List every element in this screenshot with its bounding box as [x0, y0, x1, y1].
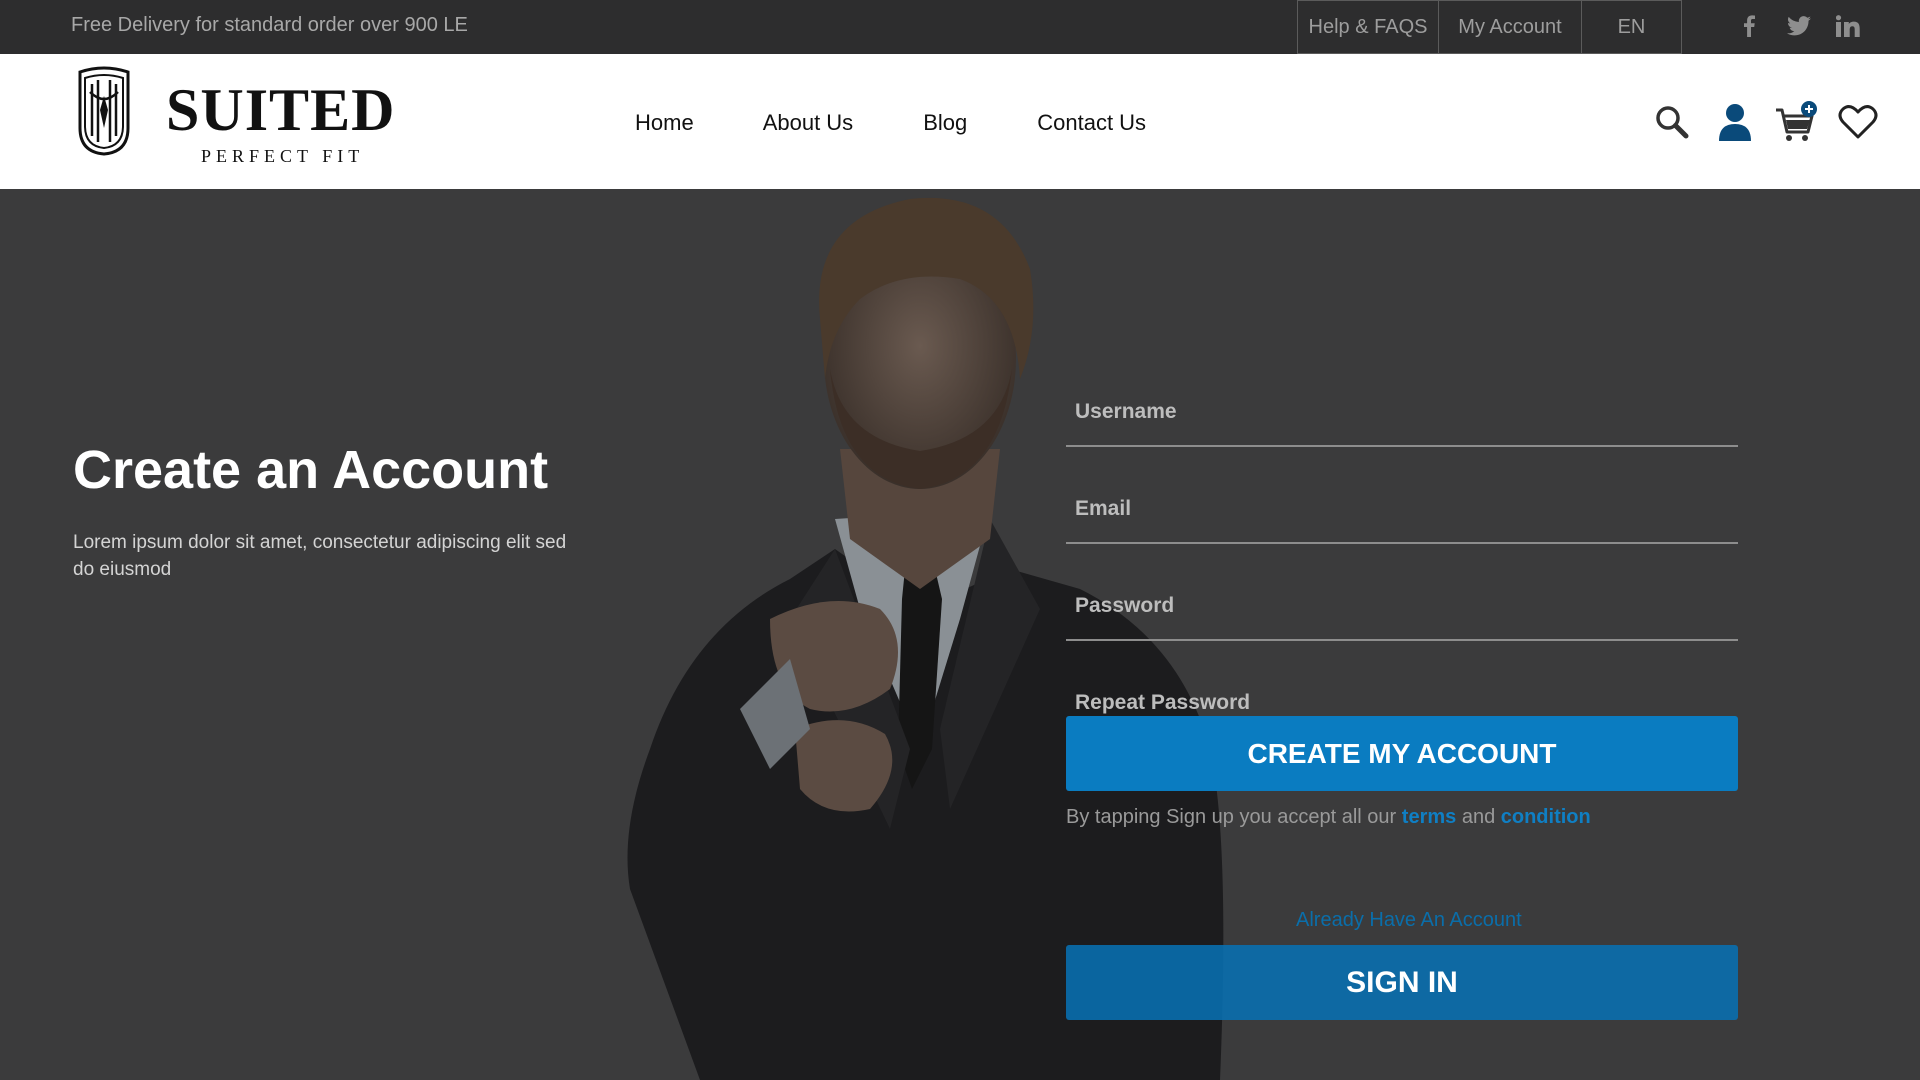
brand-name[interactable]: SUITED	[166, 76, 395, 145]
terms-and: and	[1456, 806, 1501, 828]
page-title: Create an Account	[73, 440, 549, 500]
my-account-link[interactable]: My Account	[1439, 0, 1582, 54]
terms-link[interactable]: terms	[1402, 806, 1456, 828]
password-input[interactable]	[1075, 594, 1715, 618]
hero-description: Lorem ipsum dolor sit amet, consectetur …	[73, 532, 567, 580]
nav-contact-us[interactable]: Contact Us	[1037, 110, 1146, 136]
email-field	[1066, 447, 1738, 544]
terms-prefix: By tapping Sign up you accept all our	[1066, 806, 1402, 828]
logo-icon[interactable]	[76, 66, 132, 156]
hero-section: Create an Account Lorem ipsum dolor sit …	[0, 189, 1920, 1080]
nav-about-us[interactable]: About Us	[763, 110, 854, 136]
nav-home[interactable]: Home	[635, 110, 694, 136]
repeat-password-input[interactable]	[1075, 691, 1715, 715]
username-input[interactable]	[1075, 400, 1715, 424]
main-nav: Home About Us Blog Contact Us	[635, 110, 1146, 136]
help-faqs-link[interactable]: Help & FAQS	[1297, 0, 1439, 54]
password-field	[1066, 544, 1738, 641]
site-header: SUITED PERFECT FIT Home About Us Blog Co…	[0, 54, 1920, 189]
already-have-account-link[interactable]: Already Have An Account	[1296, 909, 1522, 932]
username-field	[1066, 350, 1738, 447]
brand-tagline: PERFECT FIT	[201, 146, 365, 166]
sign-in-button[interactable]: SIGN IN	[1066, 945, 1738, 1020]
terms-text: By tapping Sign up you accept all our te…	[1066, 806, 1591, 829]
heart-icon[interactable]	[1836, 100, 1880, 144]
nav-blog[interactable]: Blog	[923, 110, 967, 136]
language-selector[interactable]: EN	[1582, 0, 1682, 54]
linkedin-icon[interactable]	[1835, 12, 1863, 40]
email-input[interactable]	[1075, 497, 1715, 521]
top-bar: Free Delivery for standard order over 90…	[0, 0, 1920, 54]
promo-text: Free Delivery for standard order over 90…	[71, 14, 468, 36]
condition-link[interactable]: condition	[1501, 806, 1591, 828]
user-icon[interactable]	[1713, 100, 1757, 144]
top-links: Help & FAQS My Account EN	[1297, 0, 1682, 54]
search-icon[interactable]	[1650, 100, 1694, 144]
create-account-button[interactable]: CREATE MY ACCOUNT	[1066, 716, 1738, 791]
cart-icon[interactable]	[1774, 100, 1818, 144]
facebook-icon[interactable]	[1735, 12, 1763, 40]
social-links	[1735, 12, 1863, 40]
twitter-icon[interactable]	[1785, 12, 1813, 40]
